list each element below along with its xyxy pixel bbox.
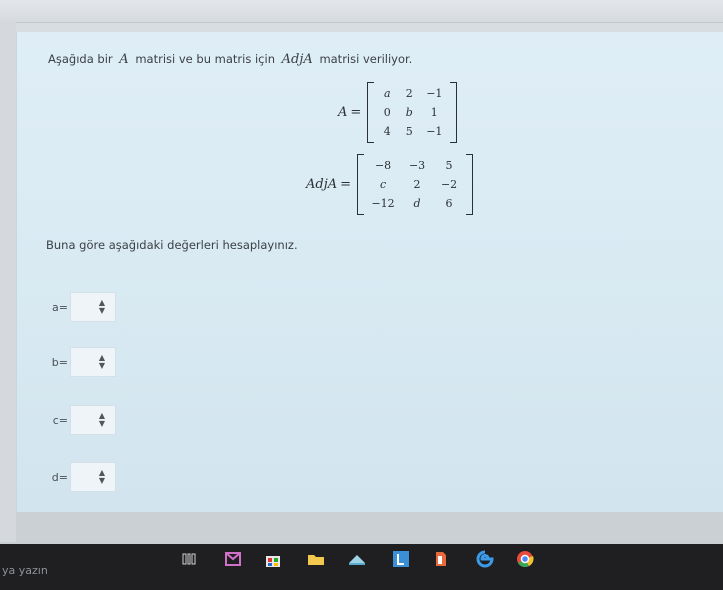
answer-select-c[interactable]: ▲ ▼ [70, 405, 116, 435]
answer-row-d: d= ▲ ▼ [46, 462, 116, 492]
screen: Aşağıda bir A matrisi ve bu matris için … [0, 0, 723, 590]
answer-label-b: b= [51, 355, 68, 369]
weather-icon[interactable] [346, 548, 368, 570]
matrix-a-cell: 4 [383, 125, 391, 138]
adj-matrix-cell: d [413, 197, 421, 210]
adj-matrix-equation: AdjA = −8 −3 5 c 2 −2 −12 d 6 [306, 154, 474, 215]
chrome-icon[interactable] [514, 548, 536, 570]
adj-matrix-cell: 5 [445, 159, 453, 172]
left-panel-strip [0, 22, 16, 542]
matrix-a-cell: b [405, 106, 413, 119]
docs-icon[interactable] [430, 548, 452, 570]
adj-matrix-cell: −2 [440, 178, 458, 191]
matrix-a-cell: 5 [405, 125, 413, 138]
mail-icon[interactable] [222, 548, 244, 570]
task-view-icon[interactable] [178, 548, 200, 570]
adj-matrix-cell: −12 [371, 197, 395, 210]
matrix-a-cell: a [384, 87, 391, 100]
matrix-a-label: A = [338, 105, 362, 120]
question-middle: matrisi ve bu matris için [135, 52, 275, 66]
answer-label-a: a= [52, 300, 68, 314]
matrix-a-symbol: A [119, 52, 129, 67]
adj-matrix-label: AdjA = [306, 177, 352, 192]
question-text: Aşağıda bir A matrisi ve bu matris için … [48, 52, 412, 67]
adj-matrix-cell: 2 [413, 178, 421, 191]
taskbar-search[interactable]: ya yazın [2, 564, 48, 577]
answer-label-d: d= [51, 470, 68, 484]
matrix-a: a 2 −1 0 b 1 4 5 −1 [367, 82, 458, 143]
store-icon[interactable] [262, 548, 284, 570]
answer-select-d[interactable]: ▲ ▼ [70, 462, 116, 492]
browser-topbar [0, 0, 723, 23]
answer-row-b: b= ▲ ▼ [46, 347, 116, 377]
matrix-a-cell: −1 [426, 125, 443, 138]
answer-select-a[interactable]: ▲ ▼ [70, 292, 116, 322]
adj-matrix: −8 −3 5 c 2 −2 −12 d 6 [357, 154, 474, 215]
edge-icon[interactable] [474, 548, 496, 570]
adj-matrix-cell: c [379, 178, 387, 191]
adj-matrix-cell: −8 [374, 159, 392, 172]
answer-select-b[interactable]: ▲ ▼ [70, 347, 116, 377]
spinner-arrows-icon: ▲ ▼ [98, 411, 106, 428]
question-suffix: matrisi veriliyor. [319, 52, 413, 66]
adj-matrix-symbol: AdjA [281, 52, 313, 67]
matrix-a-cell: −1 [426, 87, 443, 100]
spinner-arrows-icon: ▲ ▼ [98, 353, 106, 370]
answer-row-a: a= ▲ ▼ [46, 292, 116, 322]
matrix-a-cell: 2 [405, 87, 413, 100]
adj-matrix-cell: −3 [408, 159, 426, 172]
question-prefix: Aşağıda bir [48, 52, 113, 66]
office-icon[interactable] [390, 548, 412, 570]
matrix-a-cell: 0 [383, 106, 391, 119]
adj-matrix-cell: 6 [445, 197, 453, 210]
answer-row-c: c= ▲ ▼ [46, 405, 116, 435]
spinner-arrows-icon: ▲ ▼ [98, 298, 106, 315]
matrix-a-cell: 1 [430, 106, 438, 119]
spinner-arrows-icon: ▲ ▼ [98, 468, 106, 485]
answer-label-c: c= [52, 413, 68, 427]
file-explorer-icon[interactable] [305, 548, 327, 570]
matrix-a-equation: A = a 2 −1 0 b 1 4 5 −1 [338, 82, 458, 143]
instruction-text: Buna göre aşağıdaki değerleri hesaplayın… [46, 238, 298, 252]
